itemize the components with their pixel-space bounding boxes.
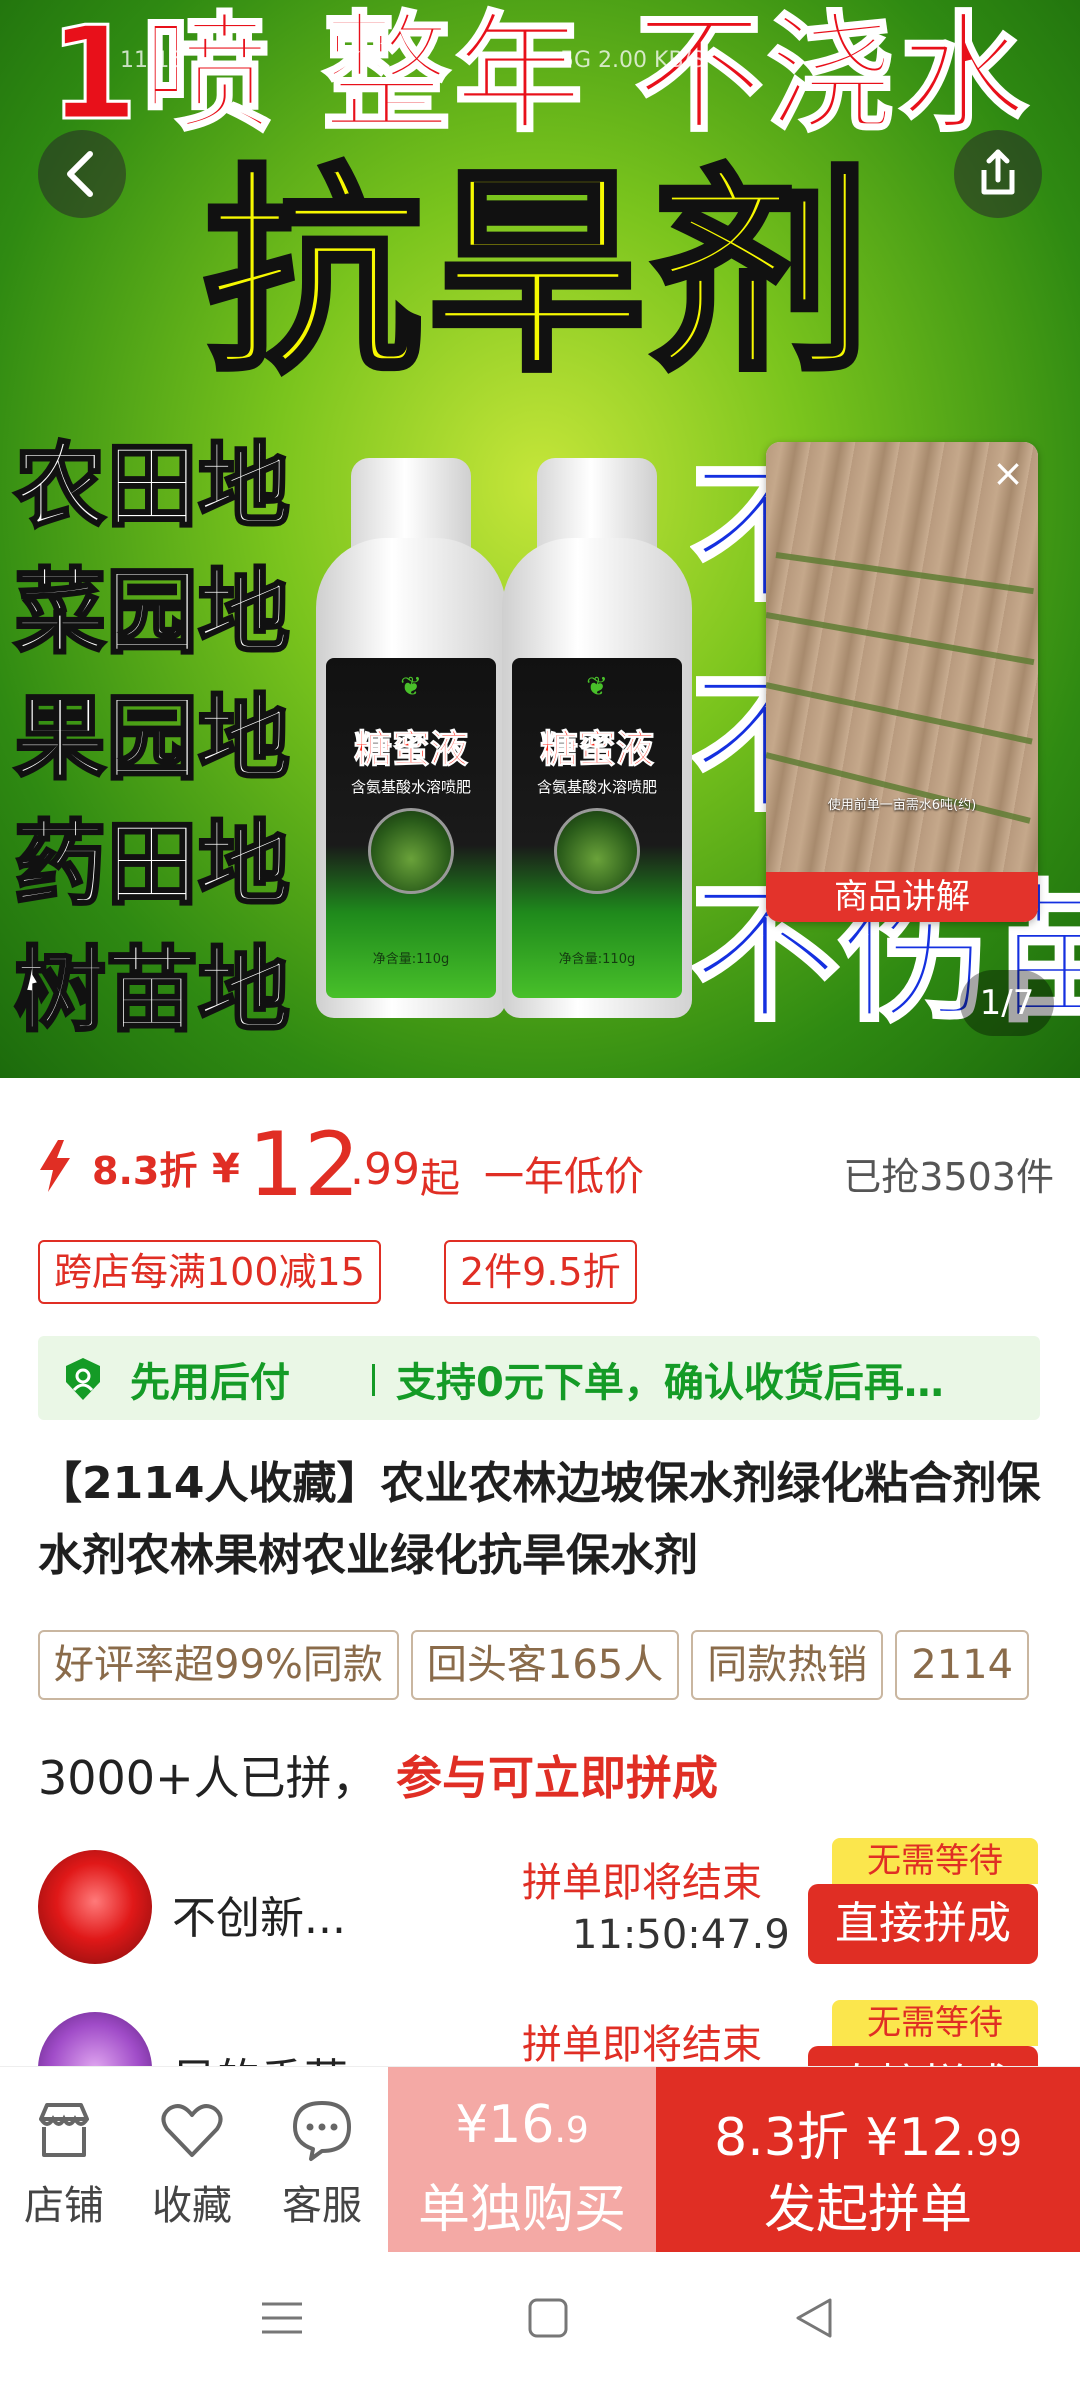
hero-use-item: 树苗地	[13, 936, 292, 1046]
product-bottle: ❦ 糖蜜液 含氨基酸水溶喷肥 净含量:110g	[502, 458, 692, 1018]
leaf-icon: ❦	[586, 672, 608, 702]
price-integer: 12	[248, 1113, 360, 1216]
status-network: 5G 2.00 KB/S	[560, 48, 705, 73]
close-icon[interactable]: ×	[988, 454, 1028, 494]
feature-tag[interactable]: 好评率超99%同款	[38, 1630, 399, 1700]
store-label: 店铺	[24, 2183, 104, 2229]
leaf-icon: ❦	[400, 672, 422, 702]
discount-text: 8.3折	[92, 1149, 198, 1193]
no-wait-badge: 无需等待	[832, 2000, 1038, 2046]
hero-use-list: 农田地 菜园地 果园地 药田地 树苗地	[13, 424, 304, 1054]
product-title: 【2114人收藏】农业农林边坡保水剂绿化粘合剂保水剂农林果树农业绿化抗旱保水剂	[38, 1458, 1041, 1581]
group-row: 不创新... 拼单即将结束 11:50:47.9 无需等待 直接拼成	[0, 1838, 1080, 1988]
start-group-button[interactable]: 8.3折 ¥12.99 发起拼单	[656, 2067, 1080, 2253]
group-status: 拼单即将结束	[522, 1860, 762, 1906]
avatar[interactable]	[38, 2012, 152, 2066]
bottle-description: 含氨基酸水溶喷肥	[350, 778, 471, 796]
pay-later-text: 支持0元下单，确认收货后再…	[396, 1360, 944, 1406]
share-icon	[981, 149, 1015, 195]
status-time: 11:15	[120, 48, 184, 73]
price-decimal: .99	[350, 1144, 420, 1195]
group-join-hint: 参与可立即拼成	[396, 1751, 718, 1805]
buy-alone-label: 单独购买	[417, 2180, 626, 2240]
hero-use-item: 菜园地	[13, 558, 292, 668]
divider	[372, 1364, 375, 1396]
group-user-name: 风的香草...	[172, 2044, 390, 2066]
shield-check-icon	[66, 1358, 100, 1400]
feature-tag[interactable]: 2114	[895, 1630, 1030, 1700]
bottle-globe-image	[368, 808, 454, 894]
product-explain-label[interactable]: 商品讲解	[766, 872, 1038, 922]
hero-use-item: 果园地	[13, 684, 292, 794]
coupon-tag[interactable]: 2件9.5折	[444, 1240, 637, 1304]
hero-use-item: 农田地	[13, 432, 292, 542]
join-group-button[interactable]: 直接拼成	[808, 1884, 1038, 1964]
hero-use-item: 药田地	[13, 810, 292, 920]
hero-headline: 1喷 整年 不浇水	[47, 0, 1032, 151]
back-button[interactable]	[38, 130, 126, 218]
coupon-tag[interactable]: 跨店每满100减15	[38, 1240, 381, 1304]
no-wait-badge: 无需等待	[832, 1838, 1038, 1884]
service-button[interactable]: 客服	[262, 2097, 382, 2237]
share-button[interactable]	[954, 130, 1042, 218]
join-group-button[interactable]: 直接拼成	[808, 2046, 1038, 2066]
home-icon[interactable]	[524, 2294, 572, 2342]
service-label: 客服	[282, 2183, 362, 2229]
bottom-action-bar: 店铺 收藏 客服 ¥16.9 单独购买 8.3折 ¥12.99 发起拼单	[0, 2066, 1080, 2253]
favorite-button[interactable]: 收藏	[132, 2097, 252, 2237]
back-triangle-icon[interactable]	[790, 2294, 838, 2342]
chevron-left-icon	[67, 151, 93, 197]
system-navigation-bar	[0, 2252, 1080, 2400]
price-suffix: 起	[420, 1156, 460, 1202]
menu-icon[interactable]	[258, 2294, 306, 2342]
group-count: 3000+人已拼，	[38, 1751, 378, 1805]
product-video-pip[interactable]: 使用前单一亩需水6吨(约) × 商品讲解	[766, 442, 1038, 922]
heart-icon	[161, 2104, 223, 2157]
bottle-description: 含氨基酸水溶喷肥	[536, 778, 657, 796]
image-counter: 1/7	[960, 970, 1054, 1036]
group-row: 风的香草... 拼单即将结束 无需等待 直接拼成	[0, 2000, 1080, 2066]
store-button[interactable]: 店铺	[4, 2097, 124, 2237]
favorite-label: 收藏	[152, 2183, 232, 2229]
group-user-name: 不创新...	[172, 1893, 346, 1944]
store-icon	[39, 2103, 89, 2157]
price-row: 8.3折 ¥ 12 .99 起 一年低价 已抢3503件	[0, 1110, 1080, 1216]
lightning-icon	[40, 1140, 70, 1192]
price-slogan: 一年低价	[484, 1154, 644, 1200]
pay-later-title: 先用后付	[130, 1360, 290, 1406]
chat-icon	[293, 2101, 351, 2161]
currency-symbol: ¥	[212, 1146, 240, 1192]
feature-tag[interactable]: 回头客165人	[410, 1630, 680, 1700]
start-group-label: 发起拼单	[763, 2180, 972, 2240]
pay-later-banner[interactable]: 先用后付 支持0元下单，确认收货后再…	[38, 1336, 1040, 1420]
hero-subhead: 抗旱剂	[201, 147, 876, 403]
buy-alone-button[interactable]: ¥16.9 单独购买	[388, 2067, 656, 2253]
avatar[interactable]	[38, 1850, 152, 1964]
bottle-net-weight: 净含量:110g	[558, 952, 636, 967]
group-timer: 11:50:47.9	[572, 1912, 790, 1958]
bottle-brand: 糖蜜液	[539, 727, 654, 772]
bottle-brand: 糖蜜液	[353, 727, 468, 772]
group-price: 8.3折 ¥12.99	[714, 2108, 1022, 2168]
video-caption: 使用前单一亩需水6吨(约)	[827, 798, 977, 813]
feature-tag[interactable]: 同款热销	[691, 1630, 884, 1700]
tag-list: 好评率超99%同款 回头客165人 同款热销 2114	[38, 1630, 1080, 1702]
buy-alone-price: ¥16.9	[455, 2095, 589, 2155]
bottle-net-weight: 净含量:110g	[372, 952, 450, 967]
group-status: 拼单即将结束	[522, 2022, 762, 2066]
product-bottle: ❦ 糖蜜液 含氨基酸水溶喷肥 净含量:110g	[316, 458, 506, 1018]
sold-count: 已抢3503件	[843, 1155, 1054, 1199]
bottle-globe-image	[554, 808, 640, 894]
